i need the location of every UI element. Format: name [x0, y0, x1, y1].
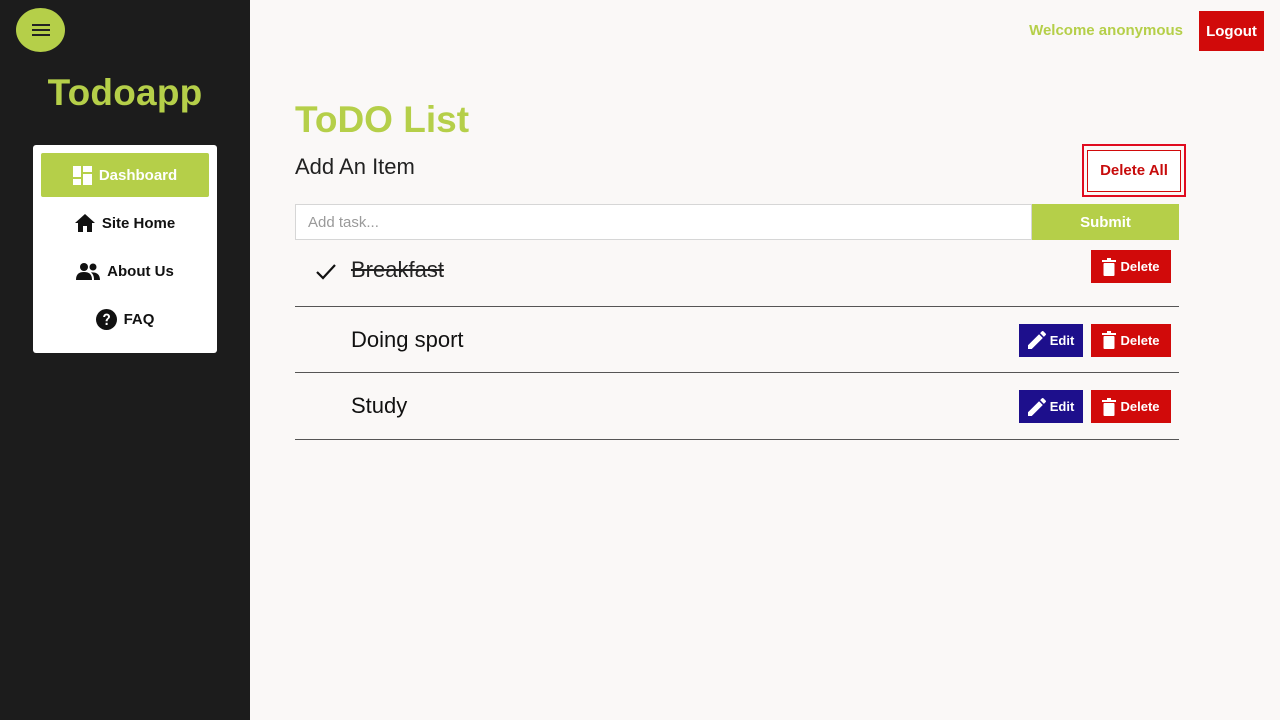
todo-actions: Edit Delete [1019, 390, 1171, 423]
main-content: ToDO List Add An Item Delete All Submit … [295, 96, 1186, 440]
sidebar-item-label: Site Home [101, 214, 176, 232]
brand-title: Todoapp [47, 72, 203, 113]
delete-button[interactable]: Delete [1091, 323, 1171, 357]
sidebar-item-label: FAQ [123, 310, 155, 328]
sidebar-item-label: Dashboard [98, 166, 178, 184]
edit-button[interactable]: Edit [1019, 390, 1083, 423]
sidebar-item-site-home[interactable]: Site Home [41, 201, 209, 245]
sidebar: Todoapp Dashboard Site Home About Us FAQ [0, 0, 250, 720]
delete-button[interactable]: Delete [1091, 250, 1171, 283]
todo-text: Doing sport [351, 326, 464, 352]
sidebar-nav: Dashboard Site Home About Us FAQ [33, 145, 217, 353]
delete-label: Delete [1120, 399, 1160, 414]
question-circle-icon [95, 308, 117, 330]
todo-list: Breakfast Delete Doing sport Edit Delete… [295, 240, 1179, 440]
sidebar-item-faq[interactable]: FAQ [41, 297, 209, 341]
pencil-icon [1027, 397, 1046, 416]
dashboard-icon [72, 165, 92, 185]
trash-icon [1102, 331, 1117, 349]
todo-actions: Edit Delete [1019, 323, 1171, 357]
delete-label: Delete [1120, 259, 1160, 274]
todo-item: Study Edit Delete [295, 373, 1179, 440]
todo-text: Study [351, 393, 408, 418]
sidebar-item-label: About Us [107, 262, 174, 280]
sidebar-item-about-us[interactable]: About Us [41, 249, 209, 293]
pencil-icon [1027, 331, 1046, 349]
delete-all-button[interactable]: Delete All [1087, 149, 1181, 192]
trash-icon [1102, 257, 1117, 276]
todo-item: Doing sport Edit Delete [295, 307, 1179, 373]
checkmark-icon[interactable] [315, 260, 337, 282]
menu-toggle-button[interactable] [16, 8, 65, 52]
home-icon [74, 214, 95, 232]
todo-item: Breakfast Delete [295, 240, 1179, 307]
delete-button[interactable]: Delete [1091, 390, 1171, 423]
todo-actions: Delete [1091, 250, 1171, 283]
edit-label: Edit [1049, 399, 1075, 414]
delete-all-highlight: Delete All [1082, 144, 1186, 197]
sidebar-item-dashboard[interactable]: Dashboard [41, 153, 209, 197]
submit-button[interactable]: Submit [1032, 204, 1179, 240]
page-title: ToDO List [295, 99, 470, 140]
add-task-form: Submit [295, 204, 1179, 240]
edit-label: Edit [1049, 332, 1075, 348]
add-item-row: Add An Item Delete All [295, 144, 1186, 197]
logout-button[interactable]: Logout [1199, 11, 1264, 51]
trash-icon [1102, 397, 1117, 416]
edit-button[interactable]: Edit [1019, 323, 1083, 357]
add-item-label: Add An Item [295, 154, 415, 179]
todo-text: Breakfast [351, 257, 444, 282]
task-input[interactable] [295, 204, 1032, 240]
welcome-text: Welcome anonymous [1029, 22, 1183, 39]
delete-label: Delete [1120, 332, 1160, 348]
hamburger-icon [31, 24, 50, 36]
people-icon [76, 263, 101, 280]
